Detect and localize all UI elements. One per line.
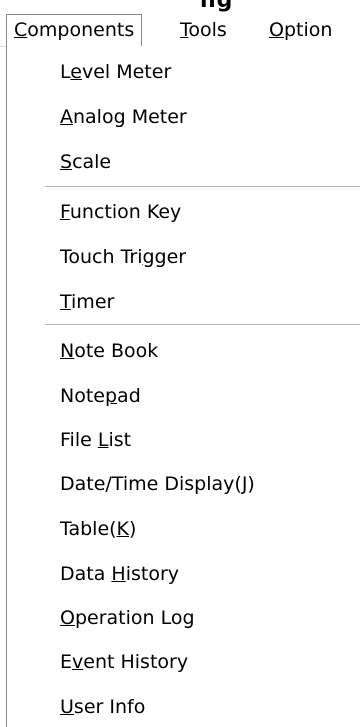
menu-item-data-history[interactable]: Data History bbox=[60, 556, 179, 592]
menu-tools[interactable]: Tools bbox=[173, 14, 234, 46]
menu-item-function-key[interactable]: Function Key bbox=[60, 194, 181, 230]
menu-item-level-meter[interactable]: Level Meter bbox=[60, 54, 171, 90]
menu-item-analog-meter[interactable]: Analog Meter bbox=[60, 99, 187, 135]
menu-item-note-book[interactable]: Note Book bbox=[60, 333, 158, 369]
menu-separator bbox=[45, 186, 360, 187]
menu-item-scale[interactable]: Scale bbox=[60, 144, 111, 180]
menu-item-notepad[interactable]: Notepad bbox=[60, 378, 141, 414]
menu-item-user-info[interactable]: User Info bbox=[60, 689, 145, 725]
title-fragment-text: ng bbox=[200, 0, 234, 13]
menu-components[interactable]: Components bbox=[6, 14, 143, 46]
components-dropdown-menu: Level Meter Analog Meter Scale Function … bbox=[6, 46, 360, 727]
menu-separator bbox=[45, 324, 360, 325]
window-title-fragment: ng bbox=[0, 0, 360, 14]
menu-item-touch-trigger[interactable]: Touch Trigger bbox=[60, 239, 186, 275]
menubar: Components Tools Option bbox=[0, 14, 360, 47]
menu-item-file-list[interactable]: File List bbox=[60, 422, 131, 458]
menu-item-table[interactable]: Table(K) bbox=[60, 511, 136, 547]
menu-item-timer[interactable]: Timer bbox=[60, 284, 114, 320]
menu-item-event-history[interactable]: Event History bbox=[60, 644, 188, 680]
menu-item-date-time-display[interactable]: Date/Time Display(J) bbox=[60, 466, 255, 502]
menu-item-operation-log[interactable]: Operation Log bbox=[60, 600, 195, 636]
menu-option[interactable]: Option bbox=[262, 14, 339, 46]
